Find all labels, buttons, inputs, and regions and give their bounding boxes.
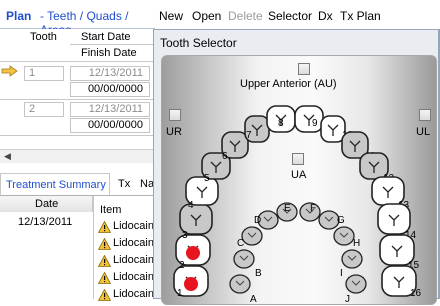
col-start-header: Start Date: [81, 31, 131, 43]
tooth-number-label: 5: [204, 173, 210, 184]
tab-na[interactable]: Na: [140, 178, 154, 190]
start-date-field[interactable]: 12/13/2011: [70, 102, 150, 117]
col-date-header[interactable]: Date: [0, 196, 93, 212]
primary-tooth-I[interactable]: [341, 249, 363, 269]
tooth-number-label: 9: [312, 118, 318, 129]
col-finish-header: Finish Date: [81, 47, 137, 59]
teeth-grid: Tooth Start Date Finish Date 1 12/13/201…: [0, 29, 155, 149]
delete-button[interactable]: Delete: [228, 9, 263, 23]
primary-tooth-label: E: [284, 203, 291, 214]
primary-tooth-label: B: [255, 268, 262, 279]
summary-item[interactable]: Lidocain: [113, 288, 154, 300]
primary-tooth-B[interactable]: [233, 249, 255, 269]
primary-tooth-label: A: [250, 294, 257, 305]
tooth-field[interactable]: 1: [24, 66, 64, 81]
tx-plan-button[interactable]: Tx Plan: [340, 9, 381, 23]
primary-tooth-label: J: [345, 294, 350, 305]
col-item-header: Item: [100, 204, 122, 216]
selector-button[interactable]: Selector: [268, 9, 312, 23]
primary-tooth-A[interactable]: [229, 274, 251, 294]
primary-tooth-label: G: [337, 215, 345, 226]
tab-tx[interactable]: Tx: [118, 178, 130, 190]
summary-date: 12/13/2011: [18, 216, 73, 228]
tooth-chart-panel: Upper Anterior (AU) UR UL UA 12345678910…: [161, 55, 437, 305]
treatment-summary-panel: Treatment Summary Tx Na Date Item 12/13/…: [0, 173, 155, 301]
tooth-number-label: 4: [188, 200, 194, 211]
primary-tooth-H[interactable]: [333, 226, 355, 246]
primary-tooth-C[interactable]: [241, 226, 263, 246]
dialog-title: Tooth Selector: [160, 36, 237, 50]
tooth-selector-dialog: Tooth Selector Upper Anterior (AU) UR UL…: [153, 29, 440, 305]
tooth-number-label: 6: [222, 151, 228, 162]
horizontal-scrollbar[interactable]: ◀: [0, 149, 155, 163]
current-row-arrow-icon: [1, 65, 18, 77]
open-button[interactable]: Open: [192, 9, 221, 23]
tooth-field[interactable]: 2: [24, 102, 64, 117]
warning-icon: [97, 254, 112, 270]
plan-title: Plan: [6, 9, 32, 23]
tab-treatment-summary[interactable]: Treatment Summary: [0, 173, 110, 195]
warning-icon: [97, 271, 112, 287]
plan-header: Plan - Teeth / Quads / Areas: [0, 0, 155, 37]
tooth-chart: 12345678910111213141516ABCDEFGHIJ: [173, 105, 422, 305]
finish-date-field[interactable]: 00/00/0000: [70, 118, 150, 133]
new-button[interactable]: New: [159, 9, 183, 23]
tooth-number-label: 7: [246, 130, 252, 141]
summary-item[interactable]: Lidocain: [113, 271, 154, 283]
primary-tooth-G[interactable]: [318, 210, 340, 230]
primary-tooth-label: C: [237, 238, 244, 249]
col-tooth-header: Tooth: [30, 31, 57, 43]
start-date-field[interactable]: 12/13/2011: [70, 66, 150, 81]
primary-tooth-label: F: [310, 203, 316, 214]
summary-item[interactable]: Lidocain: [113, 237, 154, 249]
tooth-number-label: 1: [177, 288, 183, 299]
primary-tooth-label: D: [254, 215, 261, 226]
scroll-left-icon[interactable]: ◀: [4, 151, 11, 162]
finish-date-field[interactable]: 00/00/0000: [70, 82, 150, 97]
tooth-9[interactable]: [294, 105, 324, 133]
primary-tooth-label: H: [353, 238, 360, 249]
tooth-number-label: 2: [179, 260, 185, 271]
warning-icon: [97, 220, 112, 236]
primary-tooth-label: I: [340, 268, 343, 279]
dx-button[interactable]: Dx: [318, 9, 333, 23]
tooth-number-label: 3: [182, 230, 188, 241]
warning-icon: [97, 237, 112, 253]
primary-tooth-J[interactable]: [345, 274, 367, 294]
warning-icon: [97, 288, 112, 304]
toolbar: New Open Delete Selector Dx Tx Plan: [155, 0, 440, 29]
tooth-number-label: 16: [410, 288, 422, 299]
summary-item[interactable]: Lidocain: [113, 220, 154, 232]
summary-item[interactable]: Lidocain: [113, 254, 154, 266]
tooth-number-label: 8: [278, 118, 284, 129]
